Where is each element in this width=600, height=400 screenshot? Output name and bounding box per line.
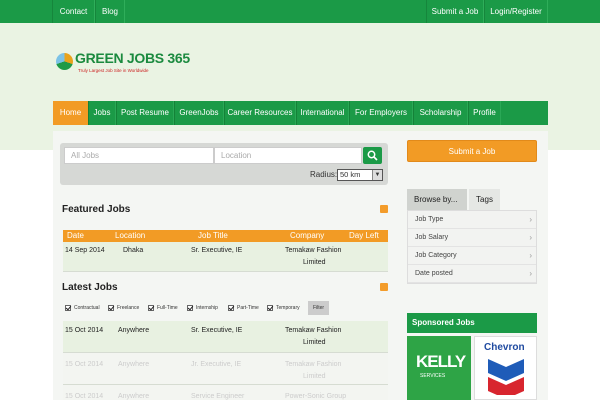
filter-label: Full-Time (157, 305, 178, 311)
browse-tabs: Browse by... Tags (407, 189, 537, 210)
latest-jobs-title: Latest Jobs (62, 282, 118, 293)
filter-label: Temporary (276, 305, 300, 311)
row-title[interactable]: Jr. Executive, IE (191, 360, 241, 370)
search-button[interactable] (363, 147, 382, 164)
browse-list: Job Type › Job Salary › Job Category › Date… (407, 210, 537, 284)
site-logo[interactable]: GREEN JOBS 365 Truly Largest Job Site in… (56, 50, 190, 78)
nav-home[interactable]: Home (53, 101, 88, 125)
filter-label: Contractual (74, 305, 100, 311)
nav-scholarship[interactable]: Scholarship (413, 101, 468, 125)
top-bar: Contact Blog Submit a Job Login/Register (0, 0, 600, 23)
row-location: Anywhere (118, 393, 150, 400)
location-input[interactable]: Location (214, 147, 362, 164)
sponsored-jobs-title: Sponsored Jobs (407, 313, 537, 333)
row-company-line2: Limited (303, 259, 326, 266)
tab-tags[interactable]: Tags (469, 189, 500, 210)
col-company: Company (290, 231, 325, 240)
filter-label: Part-Time (237, 305, 259, 311)
chevron-logo[interactable]: Chevron (474, 336, 537, 400)
nav-post-resume[interactable]: Post Resume (116, 101, 174, 125)
filter-button[interactable]: Filter (308, 301, 329, 315)
row-company-line2: Limited (303, 373, 326, 380)
featured-jobs-title: Featured Jobs (62, 204, 131, 215)
row-date: 15 Oct 2014 (65, 393, 104, 400)
logo-globe-icon (56, 53, 73, 70)
nav-greenjobs[interactable]: GreenJobs (174, 101, 224, 125)
row-company: Temakaw Fashion (285, 327, 342, 334)
logo-tagline: Truly Largest Job Site in Worldwide (78, 68, 149, 73)
topbar-contact-link[interactable]: Contact (52, 0, 95, 23)
filter-label: Freelance (117, 305, 140, 311)
search-icon (367, 150, 378, 161)
col-date: Date (67, 231, 84, 240)
browse-item-label: Job Category (415, 252, 457, 259)
filter-label: Internship (196, 305, 218, 311)
chevron-right-icon: › (529, 233, 532, 242)
row-title[interactable]: Service Engineer (191, 392, 244, 400)
row-company: Temakaw Fashion (285, 247, 342, 254)
checkbox-freelance[interactable] (108, 305, 114, 311)
browse-item-job-category[interactable]: Job Category › (408, 247, 536, 265)
chevron-right-icon: › (529, 269, 532, 278)
chevron-logo-text: Chevron (484, 342, 525, 353)
browse-item-job-type[interactable]: Job Type › (408, 211, 536, 229)
rss-icon[interactable] (380, 205, 388, 213)
chevron-down-icon: ▼ (372, 170, 382, 180)
browse-item-label: Date posted (415, 270, 453, 277)
row-location: Anywhere (118, 361, 150, 368)
row-date: 15 Oct 2014 (65, 327, 104, 334)
row-company: Power-Sonic Group (285, 393, 347, 400)
col-location: Location (115, 231, 146, 240)
col-job-title: Job Title (198, 231, 228, 240)
job-keyword-input[interactable]: All Jobs (64, 147, 214, 164)
radius-label: Radius: (310, 170, 338, 179)
checkbox-full-time[interactable] (148, 305, 154, 311)
chevron-right-icon: › (529, 251, 532, 260)
kelly-logo-text: KELLY (416, 352, 466, 371)
row-title[interactable]: Sr. Executive, IE (191, 326, 242, 336)
tab-browse-by[interactable]: Browse by... (407, 189, 467, 210)
row-date: 15 Oct 2014 (65, 361, 104, 368)
row-company-line2: Limited (303, 339, 326, 346)
main-nav: Home Jobs Post Resume GreenJobs Career R… (53, 101, 548, 125)
table-row[interactable]: 15 Oct 2014 Anywhere Jr. Executive, IE T… (63, 353, 388, 385)
nav-career-resources[interactable]: Career Resources (224, 101, 296, 125)
col-day-left: Day Left (349, 231, 379, 240)
table-row[interactable]: 15 Oct 2014 Anywhere Service Engineer Po… (63, 385, 388, 400)
nav-international[interactable]: International (296, 101, 349, 125)
logo-name: GREEN JOBS 365 (75, 50, 190, 66)
checkbox-part-time[interactable] (228, 305, 234, 311)
browse-item-date-posted[interactable]: Date posted › (408, 265, 536, 283)
row-location: Anywhere (118, 327, 150, 334)
checkbox-temporary[interactable] (267, 305, 273, 311)
table-row[interactable]: 14 Sep 2014 Dhaka Sr. Executive, IE Tema… (63, 242, 388, 272)
submit-job-button[interactable]: Submit a Job (407, 140, 537, 162)
radius-select[interactable]: 50 km ▼ (337, 169, 383, 181)
chevron-emblem-icon (488, 359, 524, 395)
row-date: 14 Sep 2014 (65, 247, 105, 254)
rss-icon[interactable] (380, 283, 388, 291)
browse-item-label: Job Type (415, 216, 444, 223)
chevron-right-icon: › (529, 215, 532, 224)
row-title[interactable]: Sr. Executive, IE (191, 246, 242, 256)
topbar-login-link[interactable]: Login/Register (484, 0, 548, 23)
kelly-logo-subtext: SERVICES (420, 373, 446, 379)
checkbox-contractual[interactable] (65, 305, 71, 311)
table-row[interactable]: 15 Oct 2014 Anywhere Sr. Executive, IE T… (63, 321, 388, 353)
featured-table-header: Date Location Job Title Company Day Left (63, 230, 388, 242)
job-type-filters: Contractual Freelance Full-Time Internsh… (63, 300, 393, 316)
topbar-blog-link[interactable]: Blog (95, 0, 125, 23)
search-panel: All Jobs Location Radius: 50 km ▼ (60, 143, 388, 185)
checkbox-internship[interactable] (187, 305, 193, 311)
nav-profile[interactable]: Profile (468, 101, 501, 125)
nav-jobs[interactable]: Jobs (88, 101, 116, 125)
topbar-submit-job-link[interactable]: Submit a Job (426, 0, 484, 23)
kelly-services-logo[interactable]: KELLY SERVICES (407, 336, 471, 400)
row-location: Dhaka (123, 247, 144, 254)
browse-item-label: Job Salary (415, 234, 449, 241)
row-company: Temakaw Fashion (285, 361, 342, 368)
browse-item-job-salary[interactable]: Job Salary › (408, 229, 536, 247)
radius-value: 50 km (340, 170, 361, 179)
nav-for-employers[interactable]: For Employers (349, 101, 413, 125)
